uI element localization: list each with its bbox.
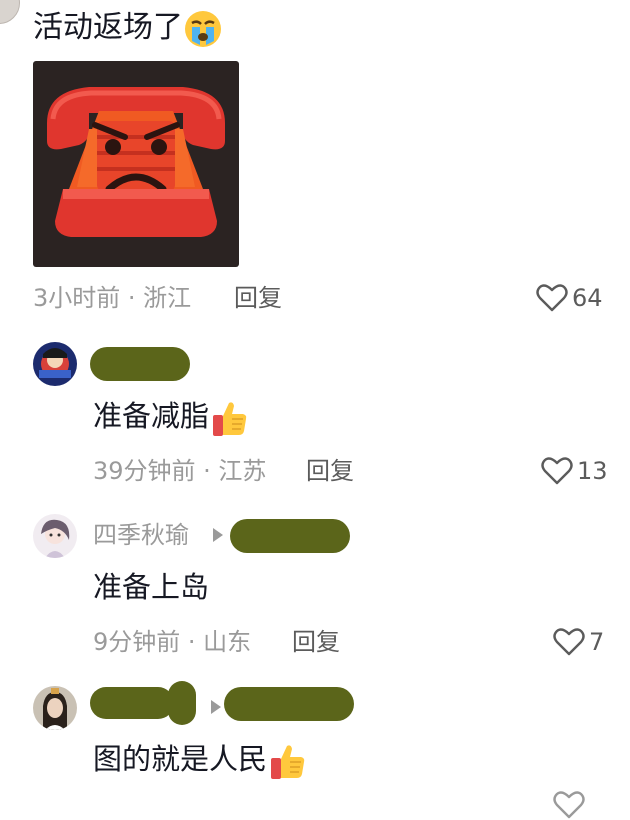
reply-button[interactable]: 回复 [306,455,354,487]
comment-body: 准备上岛 [93,570,210,604]
username-redacted [90,687,174,719]
username[interactable]: 四季秋瑜 [93,519,189,551]
sticker-image[interactable] [33,61,239,267]
like-count: 7 [589,628,605,656]
username-redacted [90,347,190,381]
comment-text: 图的就是人民 [93,740,307,781]
heart-icon [536,284,568,312]
comment-text: 活动返场了 [33,8,223,49]
comment-body: 活动返场了 [33,10,183,45]
avatar[interactable] [33,342,77,386]
avatar-image [33,686,77,730]
avatar[interactable] [0,0,20,24]
comment-text: 准备减脂 [93,397,249,438]
reply-button[interactable]: 回复 [292,626,340,658]
avatar-image [33,514,77,558]
username-redacted [230,519,350,553]
avatar[interactable] [33,686,77,730]
like-count: 13 [577,457,608,485]
username-redacted [168,681,196,725]
avatar-image [33,342,77,386]
comment-body: 图的就是人民 [93,742,268,776]
heart-icon [553,628,585,656]
heart-icon [541,457,573,485]
heart-icon[interactable] [553,790,585,820]
comment-time-location: 39分钟前 · 江苏 [93,457,267,485]
username-redacted [224,687,354,721]
like-button[interactable]: 64 [536,282,603,314]
thumbs-up-icon [213,402,247,436]
comment-body: 准备减脂 [93,399,210,433]
comment-time-location: 3小时前 · 浙江 [33,284,192,312]
reply-button[interactable]: 回复 [234,282,282,314]
reply-arrow-icon [211,700,221,714]
thumbs-up-icon [271,745,305,779]
crying-face-icon [185,10,221,47]
angry-telephone-icon [47,87,225,237]
like-count: 64 [572,284,603,312]
like-button[interactable]: 7 [553,626,604,658]
reply-arrow-icon [213,528,223,542]
like-button[interactable]: 13 [541,455,608,487]
comment-time-location: 9分钟前 · 山东 [93,628,252,656]
avatar[interactable] [33,514,77,558]
